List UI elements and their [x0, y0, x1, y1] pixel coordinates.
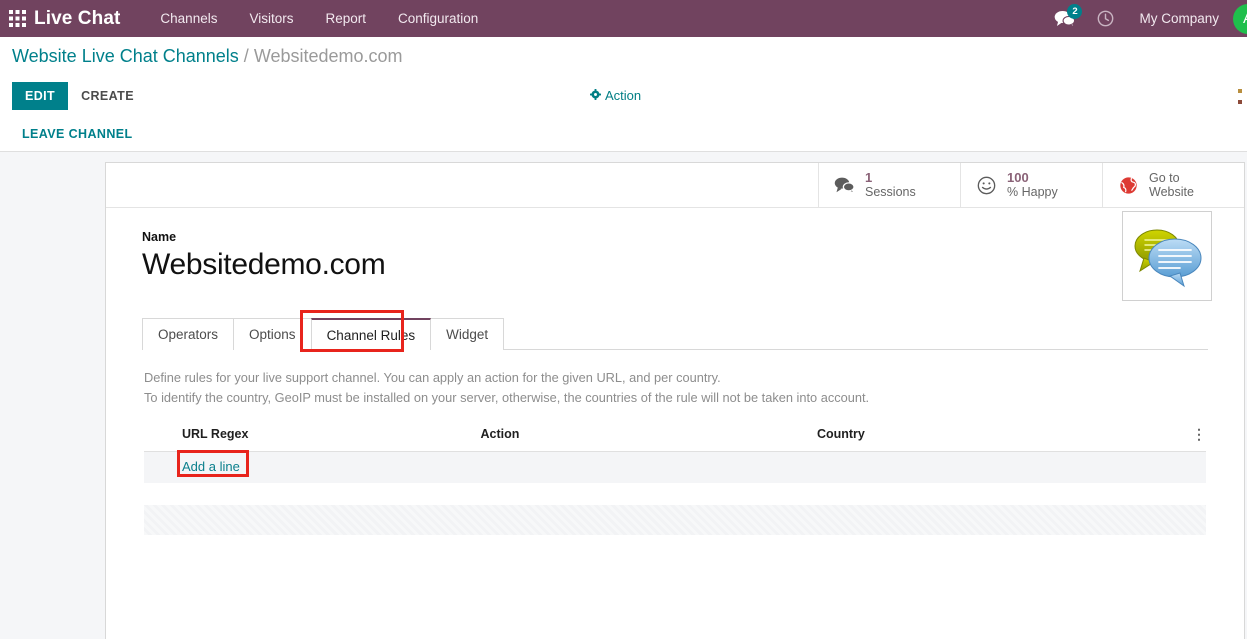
- breadcrumb-parent-link[interactable]: Website Live Chat Channels: [12, 46, 239, 67]
- menu-item-channels[interactable]: Channels: [144, 0, 233, 37]
- stat-button-box: 1 Sessions 100 % Happy Go to Website: [106, 163, 1244, 208]
- channel-rules-table: URL Regex Action Country ⋮ Add a line: [144, 424, 1206, 483]
- channel-rules-description-line2: To identify the country, GeoIP must be i…: [144, 390, 870, 406]
- messages-button[interactable]: 2: [1043, 0, 1086, 37]
- avatar[interactable]: A: [1233, 3, 1247, 34]
- record-pager[interactable]: [1238, 85, 1247, 107]
- tab-options[interactable]: Options: [233, 317, 312, 350]
- tab-operators[interactable]: Operators: [142, 317, 235, 350]
- column-header-url-regex[interactable]: URL Regex: [144, 424, 481, 452]
- vertical-dots-icon: ⋮: [1192, 425, 1206, 442]
- stat-button-go-to-website[interactable]: Go to Website: [1102, 163, 1244, 207]
- messages-count-badge: 2: [1067, 4, 1083, 19]
- stat-button-sessions[interactable]: 1 Sessions: [818, 163, 960, 207]
- add-line-cell: Add a line: [144, 449, 1206, 483]
- empty-row-placeholder: [144, 504, 1206, 535]
- content-area: 1 Sessions 100 % Happy Go to Website Nam…: [0, 152, 1247, 639]
- breadcrumb-current: Websitedemo.com: [253, 45, 403, 66]
- gear-icon: [590, 88, 601, 103]
- website-label-line2: Website: [1149, 185, 1194, 199]
- breadcrumb: Website Live Chat Channels / Websitedemo…: [0, 37, 1247, 75]
- stat-button-happy[interactable]: 100 % Happy: [960, 163, 1102, 207]
- edit-button[interactable]: EDIT: [12, 81, 69, 110]
- chat-bubbles-image: [1134, 229, 1202, 288]
- channel-image[interactable]: [1122, 211, 1212, 301]
- menu-item-report[interactable]: Report: [309, 0, 382, 37]
- navbar-right-group: 2 My Company A: [1043, 0, 1247, 37]
- form-sheet: 1 Sessions 100 % Happy Go to Website Nam…: [105, 162, 1245, 639]
- sessions-count: 1: [865, 169, 873, 185]
- add-a-line-link[interactable]: Add a line: [182, 459, 240, 474]
- name-field-value[interactable]: Websitedemo.com: [142, 246, 1208, 284]
- add-line-row: Add a line: [144, 449, 1206, 483]
- app-brand-name[interactable]: Live Chat: [34, 0, 120, 37]
- apps-grid-icon[interactable]: [0, 0, 34, 37]
- control-panel-secondary: LEAVE CHANNEL: [0, 116, 1247, 152]
- column-header-action[interactable]: Action: [480, 424, 817, 452]
- table-header: URL Regex Action Country ⋮: [144, 424, 1206, 452]
- main-menu: Channels Visitors Report Configuration: [144, 0, 494, 37]
- stat-sessions-text: 1 Sessions: [865, 169, 916, 200]
- sessions-label: Sessions: [865, 185, 916, 200]
- breadcrumb-separator: /: [243, 45, 249, 66]
- form-body: Name Websitedemo.com Operators Options C…: [106, 208, 1244, 535]
- tab-widget[interactable]: Widget: [430, 317, 505, 350]
- menu-item-visitors[interactable]: Visitors: [233, 0, 309, 37]
- table-header-row: URL Regex Action Country ⋮: [144, 424, 1206, 452]
- control-panel-buttons: EDIT CREATE Action: [0, 75, 1247, 116]
- channel-rules-description-line1: Define rules for your live support chann…: [144, 369, 721, 385]
- clock-icon[interactable]: [1086, 0, 1125, 37]
- optional-columns-toggle[interactable]: ⋮: [1174, 424, 1206, 452]
- create-button[interactable]: CREATE: [68, 82, 147, 110]
- action-menu-button[interactable]: Action: [590, 88, 641, 103]
- tab-channel-rules[interactable]: Channel Rules: [310, 317, 432, 350]
- notebook-tabs: Operators Options Channel Rules Widget: [142, 309, 1208, 352]
- chat-bubbles-icon: [833, 176, 855, 194]
- column-header-country[interactable]: Country: [816, 424, 1175, 452]
- name-field-label: Name: [142, 230, 177, 244]
- table-body: Add a line: [144, 449, 1206, 483]
- stat-website-text: Go to Website: [1149, 171, 1194, 199]
- happy-percent-label: % Happy: [1007, 185, 1058, 200]
- top-navbar: Live Chat Channels Visitors Report Confi…: [0, 0, 1247, 37]
- happy-percent-value: 100: [1007, 169, 1029, 185]
- leave-channel-button[interactable]: LEAVE CHANNEL: [18, 121, 137, 147]
- company-switcher[interactable]: My Company: [1125, 0, 1233, 37]
- website-label-line1: Go to: [1149, 171, 1180, 185]
- globe-icon: [1117, 176, 1139, 195]
- stat-happy-text: 100 % Happy: [1007, 169, 1058, 200]
- channel-rules-panel: Define rules for your live support chann…: [142, 350, 1208, 535]
- action-label: Action: [605, 88, 642, 103]
- menu-item-configuration[interactable]: Configuration: [382, 0, 494, 37]
- smiley-face-icon: [975, 176, 997, 195]
